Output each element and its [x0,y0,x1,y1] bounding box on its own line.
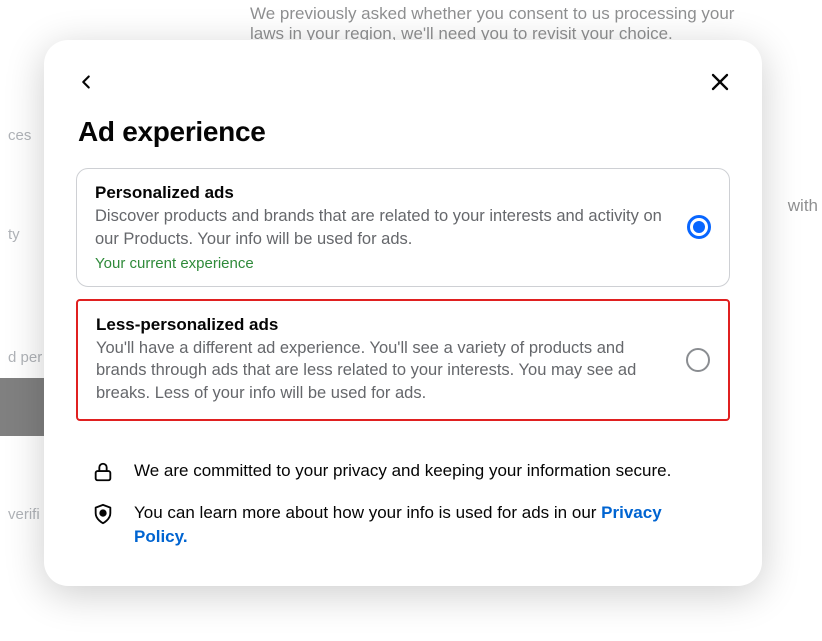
modal-title: Ad experience [60,108,746,168]
option-text-block: Personalized ads Discover products and b… [95,183,671,272]
privacy-learn-row: You can learn more about how your info i… [60,489,746,555]
radio-selected[interactable] [687,215,711,239]
back-button[interactable] [68,64,104,100]
close-button[interactable] [702,64,738,100]
privacy-learn-prefix: You can learn more about how your info i… [134,503,601,522]
close-icon [708,70,732,94]
option-desc: You'll have a different ad experience. Y… [96,337,670,405]
current-experience-badge: Your current experience [95,255,671,272]
option-desc: Discover products and brands that are re… [95,205,671,251]
lock-icon [92,461,114,483]
option-less-personalized-ads[interactable]: Less-personalized ads You'll have a diff… [76,299,730,421]
option-personalized-ads[interactable]: Personalized ads Discover products and b… [76,168,730,287]
privacy-commit-text: We are committed to your privacy and kee… [134,459,671,483]
radio-unselected[interactable] [686,348,710,372]
chevron-left-icon [75,71,97,93]
shield-icon [92,503,114,525]
ad-experience-modal: Ad experience Personalized ads Discover … [44,40,762,586]
privacy-learn-text: You can learn more about how your info i… [134,501,714,549]
option-title: Personalized ads [95,183,671,203]
modal-header [60,64,746,108]
option-text-block: Less-personalized ads You'll have a diff… [96,315,670,405]
privacy-commit-row: We are committed to your privacy and kee… [60,447,746,489]
option-title: Less-personalized ads [96,315,670,335]
